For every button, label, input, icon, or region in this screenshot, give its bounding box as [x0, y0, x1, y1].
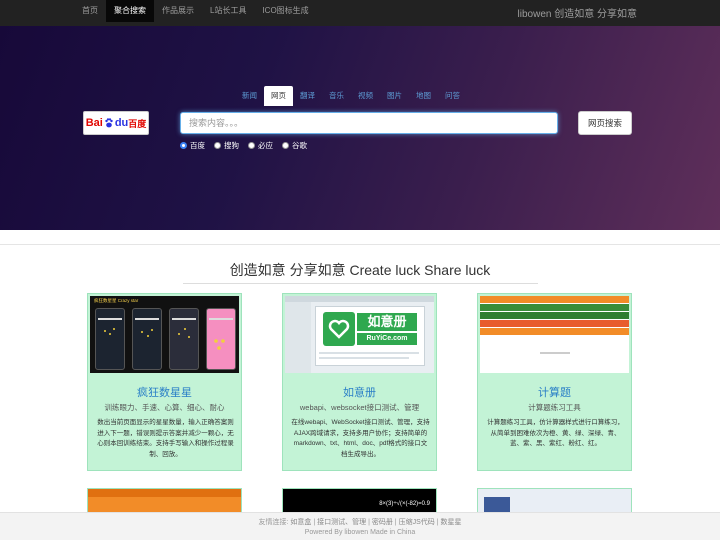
radio-baidu[interactable]	[180, 142, 187, 149]
engine-label: 谷歌	[292, 141, 307, 150]
card-description: 在线webapi、WebSocket接口测试、管理，支持AJAX跨域请求，支持多…	[291, 419, 430, 458]
thumb-toolbar	[88, 489, 241, 497]
thumb-line	[540, 352, 570, 354]
engine-label: 必应	[258, 141, 273, 150]
heart-icon	[323, 312, 355, 346]
tab-video[interactable]: 视频	[351, 86, 380, 106]
engine-selector: 百度 搜狗 必应 谷歌	[180, 140, 316, 151]
paw-icon	[104, 118, 114, 128]
baidu-logo-text-3: 百度	[128, 118, 147, 129]
card-calculation[interactable]: 计算题 计算题练习工具 计算题练习工具，仿计算器样式进行口算练习，从简单到困难依…	[477, 293, 632, 471]
brand-text[interactable]: libowen 创造如意 分享如意	[518, 5, 637, 20]
section-divider	[0, 244, 720, 245]
card-subtitle: 计算题练习工具	[528, 403, 581, 412]
friend-link[interactable]: 密码册	[372, 519, 393, 526]
card-title[interactable]: 疯狂数星星	[88, 384, 241, 400]
friend-links-label: 友情连接:	[258, 519, 289, 526]
star-game-screenshot: 疯狂数星星 Crazy star	[90, 296, 239, 373]
card-subtitle: webapi、websocket接口测试、管理	[299, 403, 420, 412]
thumb-logo-text: 如意册	[357, 313, 417, 331]
level-row	[480, 304, 629, 311]
powered-by: Powered By libowen Made in China	[304, 529, 416, 536]
top-navbar: 首页 聚合搜索 作品展示 L站长工具 ICO图标生成 libowen 创造如意 …	[0, 0, 720, 26]
headline-rule	[183, 283, 538, 284]
engine-sogou[interactable]: 搜狗	[214, 140, 239, 151]
level-row	[480, 320, 629, 327]
card-title[interactable]: 如意册	[283, 384, 436, 400]
level-row	[480, 296, 629, 303]
nav-links: 首页 聚合搜索 作品展示 L站长工具 ICO图标生成	[74, 0, 317, 26]
baidu-logo-text-1: Bai	[85, 117, 103, 129]
nav-home[interactable]: 首页	[74, 0, 106, 22]
page-footer: 友情连接: 如意盒 | 接口测试、管理 | 密码册 | 压缩JS代码 | 数星星…	[0, 512, 720, 540]
radio-google[interactable]	[282, 142, 289, 149]
card-ruyice[interactable]: 如意册 RuYiCe.com 如意册 webapi、websocket接口测试、…	[282, 293, 437, 471]
search-tabs: 新闻 网页 翻译 音乐 视频 图片 地图 问答	[235, 86, 467, 106]
ruyice-screenshot: 如意册 RuYiCe.com	[285, 296, 434, 373]
radio-bing[interactable]	[248, 142, 255, 149]
card-star-count[interactable]: 疯狂数星星 Crazy star 疯狂数星星 训练眼力、手速、心算、细心、耐心 …	[87, 293, 242, 471]
web-search-button[interactable]: 网页搜索	[578, 111, 632, 135]
tab-map[interactable]: 地图	[409, 86, 438, 106]
page-headline: 创造如意 分享如意 Create luck Share luck	[229, 262, 491, 278]
thumb-line	[319, 357, 409, 359]
friend-links: 友情连接: 如意盒 | 接口测试、管理 | 密码册 | 压缩JS代码 | 数星星	[258, 519, 462, 526]
nav-webmaster-tools[interactable]: L站长工具	[202, 0, 254, 22]
engine-label: 搜狗	[224, 141, 239, 150]
level-row	[480, 312, 629, 319]
baidu-logo-text-2: du	[114, 117, 129, 129]
tab-music[interactable]: 音乐	[322, 86, 351, 106]
card-thumbnail	[480, 296, 629, 373]
card-thumbnail: 疯狂数星星 Crazy star	[90, 296, 239, 373]
search-input[interactable]	[180, 112, 558, 134]
card-thumbnail: 如意册 RuYiCe.com	[285, 296, 434, 373]
baidu-logo: Bai du 百度	[83, 111, 149, 135]
nav-works[interactable]: 作品展示	[154, 0, 202, 22]
friend-link[interactable]: 如意盒	[290, 519, 311, 526]
thumb-line	[319, 352, 419, 354]
friend-link[interactable]: 接口测试、管理	[317, 519, 366, 526]
radio-sogou[interactable]	[214, 142, 221, 149]
friend-link[interactable]: 压缩JS代码	[399, 519, 435, 526]
calc-screenshot	[480, 296, 629, 373]
engine-google[interactable]: 谷歌	[282, 140, 307, 151]
tab-news[interactable]: 新闻	[235, 86, 264, 106]
search-hero: 新闻 网页 翻译 音乐 视频 图片 地图 问答 Bai du 百度 网页搜索 百…	[0, 26, 720, 230]
star-dots	[98, 318, 233, 350]
tab-web[interactable]: 网页	[264, 86, 293, 106]
thumb-logo-subtext: RuYiCe.com	[357, 333, 417, 345]
tab-images[interactable]: 图片	[380, 86, 409, 106]
card-description: 计算题练习工具，仿计算器样式进行口算练习，从简单到困难依次为橙、黄、绿、深绿、青…	[487, 419, 624, 447]
level-row	[480, 328, 629, 335]
friend-link[interactable]: 数星星	[440, 519, 461, 526]
engine-baidu[interactable]: 百度	[180, 140, 205, 151]
card-title[interactable]: 计算题	[478, 384, 631, 400]
tab-qa[interactable]: 问答	[438, 86, 467, 106]
nav-ico-generator[interactable]: ICO图标生成	[254, 0, 316, 22]
thumb-formula: 8×(3)÷√(×(-82)=0.9	[379, 501, 430, 507]
card-subtitle: 训练眼力、手速、心算、细心、耐心	[104, 403, 225, 412]
card-description: 数出当前页面显示的星星数量，输入正确答案则进入下一题，错误则提示答案并减少一颗心…	[97, 419, 234, 458]
engine-bing[interactable]: 必应	[248, 140, 273, 151]
tab-translate[interactable]: 翻译	[293, 86, 322, 106]
nav-aggregate-search[interactable]: 聚合搜索	[106, 0, 154, 22]
engine-label: 百度	[190, 141, 205, 150]
thumb-sidebar	[285, 302, 311, 373]
